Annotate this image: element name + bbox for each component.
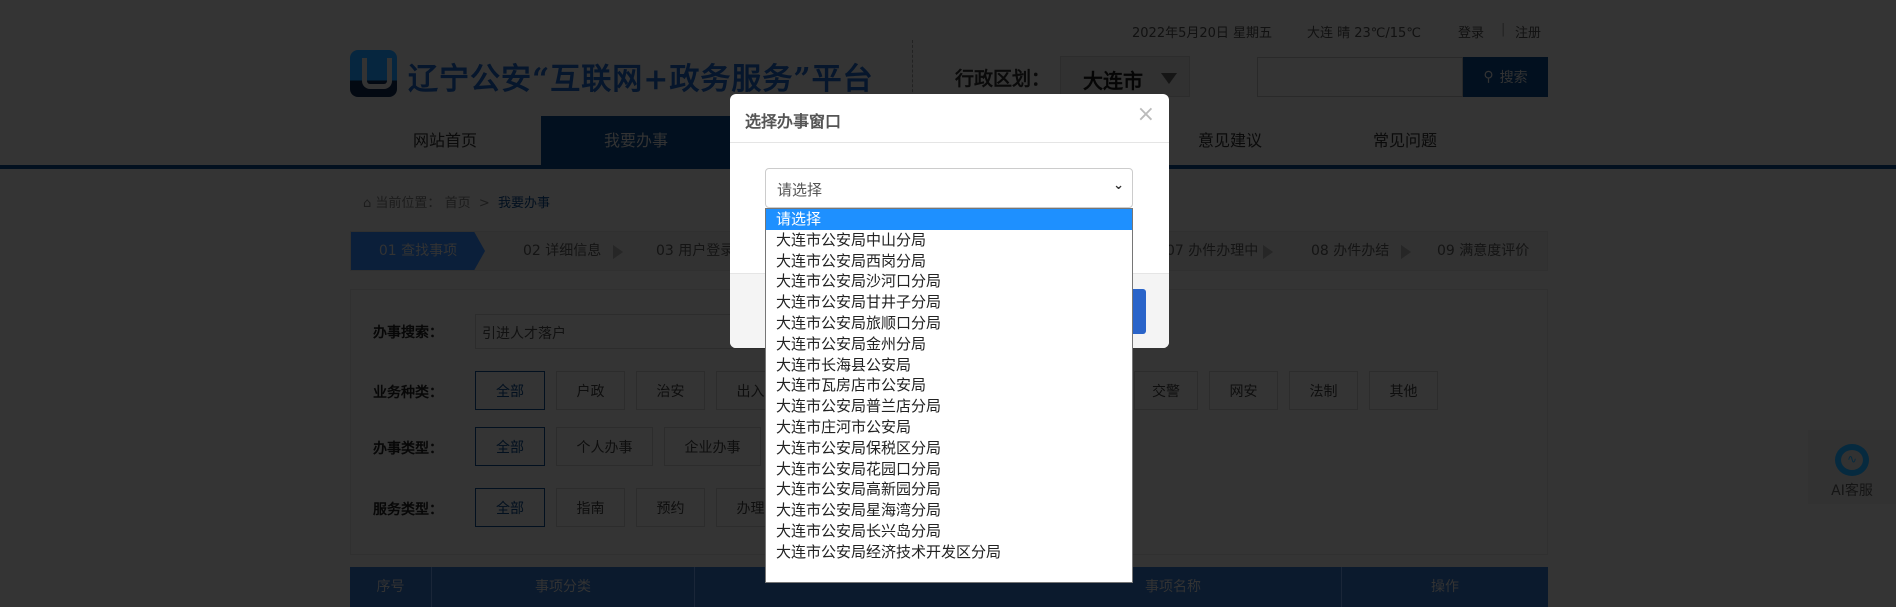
search-button[interactable]: ⚲ 搜索 <box>1463 57 1548 97</box>
select-option[interactable]: 大连市公安局普兰店分局 <box>766 396 1132 417</box>
header-divider <box>912 40 913 102</box>
category-chip[interactable]: 户政 <box>556 371 625 410</box>
select-option[interactable]: 大连市公安局花园口分局 <box>766 459 1132 480</box>
ai-service-button[interactable]: ∿ AI客服 <box>1808 430 1896 504</box>
nav-home[interactable]: 网站首页 <box>350 116 540 165</box>
category-chip[interactable]: 交警 <box>1134 371 1198 410</box>
close-icon[interactable]: × <box>1137 102 1155 127</box>
region-label: 行政区划： <box>955 68 1051 90</box>
select-option[interactable]: 大连市公安局金州分局 <box>766 334 1132 355</box>
select-option[interactable]: 大连市长海县公安局 <box>766 355 1132 376</box>
select-option[interactable]: 大连市公安局西岗分局 <box>766 251 1132 272</box>
type-chip[interactable]: 个人办事 <box>556 427 653 466</box>
step-arrow-icon <box>613 245 630 259</box>
search-label: 办事搜索： <box>373 325 443 341</box>
breadcrumb-current: 我要办事 <box>498 196 551 211</box>
logo-icon <box>350 50 397 97</box>
category-chip[interactable]: 网安 <box>1209 371 1278 410</box>
service-chip[interactable]: 预约 <box>636 488 705 527</box>
type-label: 办事类型： <box>373 441 443 457</box>
select-option[interactable]: 大连市公安局长兴岛分局 <box>766 521 1132 542</box>
nav-services[interactable]: 我要办事 <box>541 116 731 165</box>
category-chip[interactable]: 治安 <box>636 371 705 410</box>
window-select-options: 请选择 大连市公安局中山分局 大连市公安局西岗分局 大连市公安局沙河口分局 大连市公安局… <box>765 208 1133 583</box>
select-option[interactable]: 大连市公安局旅顺口分局 <box>766 313 1132 334</box>
window-select[interactable]: 请选择 ⌄ <box>765 168 1133 208</box>
modal-divider <box>730 142 1169 143</box>
step-9: 09 满意度评价 <box>1437 243 1530 259</box>
service-chip[interactable]: 指南 <box>556 488 625 527</box>
service-all[interactable]: 全部 <box>475 488 545 527</box>
login-link[interactable]: 登录 <box>1458 22 1484 41</box>
modal-title: 选择办事窗口 <box>745 112 842 131</box>
ai-service-label: AI客服 <box>1831 483 1873 499</box>
caret-down-icon <box>1161 73 1177 92</box>
select-option[interactable]: 大连市公安局星海湾分局 <box>766 500 1132 521</box>
select-option[interactable]: 请选择 <box>766 209 1132 230</box>
step-arrow-icon <box>1263 245 1280 259</box>
type-all[interactable]: 全部 <box>475 427 545 466</box>
region-select[interactable]: 大连市 <box>1060 56 1190 97</box>
step-2: 02 详细信息 <box>523 243 602 259</box>
step-3: 03 用户登录 <box>656 243 735 259</box>
step-8: 08 办件办结 <box>1311 243 1390 259</box>
select-option[interactable]: 大连市公安局经济技术开发区分局 <box>766 542 1132 563</box>
category-chip[interactable]: 法制 <box>1289 371 1358 410</box>
date-text: 2022年5月20日 星期五 <box>1132 26 1273 41</box>
breadcrumb: ⌂ 当前位置： 首页 > 我要办事 <box>363 192 550 211</box>
register-link[interactable]: 注册 <box>1515 22 1541 41</box>
select-option[interactable]: 大连市公安局沙河口分局 <box>766 271 1132 292</box>
breadcrumb-home[interactable]: 首页 <box>445 196 471 211</box>
col-name: 事项名称 <box>1135 567 1342 607</box>
col-action: 操作 <box>1431 579 1459 595</box>
select-option[interactable]: 大连市公安局中山分局 <box>766 230 1132 251</box>
nav-faq[interactable]: 常见问题 <box>1310 116 1500 165</box>
type-chip[interactable]: 企业办事 <box>664 427 761 466</box>
chevron-down-icon: ⌄ <box>1113 178 1124 193</box>
search-input[interactable] <box>1257 57 1463 97</box>
breadcrumb-separator: > <box>478 196 490 211</box>
step-7: 07 办件办理中 <box>1166 243 1259 259</box>
col-category: 事项分类 <box>432 567 695 607</box>
window-select-value: 请选择 <box>777 181 823 199</box>
top-separator: | <box>1501 22 1506 37</box>
select-option[interactable]: 大连市庄河市公安局 <box>766 417 1132 438</box>
weather-text: 大连 晴 23℃/15℃ <box>1307 26 1421 41</box>
site-title: 辽宁公安“互联网+政务服务”平台 <box>408 62 874 97</box>
select-option[interactable]: 大连市公安局甘井子分局 <box>766 292 1132 313</box>
step-1: 01 查找事项 <box>351 232 485 270</box>
select-option[interactable]: 大连市公安局高新园分局 <box>766 479 1132 500</box>
col-index: 序号 <box>350 567 432 607</box>
home-icon: ⌂ <box>363 196 372 211</box>
select-option[interactable]: 大连市公安局保税区分局 <box>766 438 1132 459</box>
search-button-label: 搜索 <box>1499 70 1528 86</box>
category-label: 业务种类： <box>373 385 443 401</box>
step-arrow-icon <box>1401 245 1418 259</box>
region-value: 大连市 <box>1083 69 1143 93</box>
select-option[interactable]: 大连市瓦房店市公安局 <box>766 375 1132 396</box>
category-chip[interactable]: 其他 <box>1369 371 1438 410</box>
service-label: 服务类型： <box>373 502 443 518</box>
search-icon: ⚲ <box>1483 69 1494 85</box>
breadcrumb-prefix: 当前位置： <box>375 196 441 211</box>
category-all[interactable]: 全部 <box>475 371 545 410</box>
robot-icon: ∿ <box>1835 444 1869 476</box>
